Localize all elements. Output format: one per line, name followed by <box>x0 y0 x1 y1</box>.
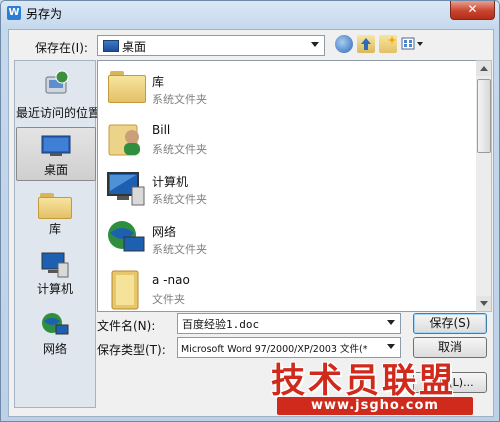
dialog-title: 另存为 <box>26 7 63 21</box>
desktop-icon <box>103 40 119 52</box>
place-label: 计算机 <box>36 282 73 296</box>
place-desktop[interactable]: 桌面 <box>16 127 96 181</box>
item-name: 计算机 <box>152 175 189 189</box>
place-label: 库 <box>48 222 61 236</box>
item-type: 文件夹 <box>152 293 185 306</box>
library-folder-icon <box>108 71 146 103</box>
save-button[interactable]: 保存(S) <box>413 313 487 334</box>
save-as-dialog: W 另存为 ✕ 保存在(I): 桌面 最近访问的位置 桌面 库 计算机 网络 库… <box>0 0 500 422</box>
close-button[interactable]: ✕ <box>450 1 495 20</box>
back-icon[interactable] <box>335 35 353 53</box>
place-network[interactable]: 网络 <box>16 307 94 359</box>
list-item[interactable]: 库 系统文件夹 <box>100 65 460 113</box>
places-bar: 最近访问的位置 桌面 库 计算机 网络 <box>14 60 101 408</box>
file-list[interactable]: 库 系统文件夹 Bill 系统文件夹 计算机 系统文件夹 网络 系统文件夹 a … <box>97 60 477 312</box>
item-name: Bill <box>152 123 171 137</box>
computer-icon <box>41 252 69 278</box>
network-icon <box>42 313 69 335</box>
place-label: 桌面 <box>43 163 68 177</box>
item-name: 网络 <box>152 225 177 239</box>
wps-app-icon: W <box>7 6 21 20</box>
list-item[interactable]: 网络 系统文件夹 <box>100 215 460 263</box>
up-arrow-icon <box>361 38 371 50</box>
computer-icon <box>107 172 145 206</box>
list-item[interactable]: a -nao 文件夹 <box>100 265 460 311</box>
sparkle-icon <box>388 36 396 44</box>
site-watermark: 技术员联盟 www.jsgho.com <box>271 353 497 421</box>
title-bar[interactable]: W 另存为 ✕ <box>1 1 499 25</box>
item-name: a -nao <box>152 273 190 287</box>
filename-input[interactable]: 百度经验1.doc <box>177 313 401 334</box>
filename-label: 文件名(N): <box>97 319 156 333</box>
recent-places-icon <box>45 70 69 94</box>
file-list-scrollbar[interactable] <box>476 60 492 312</box>
folder-icon <box>111 270 139 310</box>
new-folder-icon[interactable] <box>379 35 397 53</box>
scroll-up-icon[interactable] <box>476 61 491 76</box>
chevron-down-icon[interactable] <box>387 320 395 325</box>
list-item[interactable]: Bill 系统文件夹 <box>100 115 460 163</box>
network-icon <box>108 221 145 252</box>
list-item[interactable]: 计算机 系统文件夹 <box>100 165 460 213</box>
views-menu-icon[interactable] <box>401 35 425 53</box>
item-type: 系统文件夹 <box>152 143 207 156</box>
up-folder-icon[interactable] <box>357 35 375 53</box>
place-recent[interactable]: 最近访问的位置 <box>16 65 101 123</box>
desktop-icon <box>41 135 71 156</box>
user-folder-icon <box>108 124 140 156</box>
save-in-combo[interactable]: 桌面 <box>97 35 325 56</box>
watermark-title: 技术员联盟 <box>271 361 456 401</box>
scroll-thumb[interactable] <box>477 79 491 153</box>
view-grid-icon <box>401 37 423 50</box>
filename-value: 百度经验1.doc <box>182 318 260 331</box>
scroll-down-icon[interactable] <box>476 296 491 311</box>
place-computer[interactable]: 计算机 <box>16 247 94 299</box>
item-type: 系统文件夹 <box>152 243 207 256</box>
item-type: 系统文件夹 <box>152 193 207 206</box>
library-icon <box>38 193 72 219</box>
watermark-url: www.jsgho.com <box>277 397 473 415</box>
chevron-down-icon <box>311 42 319 47</box>
place-label: 最近访问的位置 <box>16 106 101 120</box>
save-in-value: 桌面 <box>122 40 147 54</box>
item-name: 库 <box>152 75 165 89</box>
place-library[interactable]: 库 <box>16 187 94 239</box>
place-label: 网络 <box>42 342 67 356</box>
save-in-label: 保存在(I): <box>35 41 88 55</box>
filetype-label: 保存类型(T): <box>97 343 166 357</box>
chevron-down-icon[interactable] <box>387 344 395 349</box>
item-type: 系统文件夹 <box>152 93 207 106</box>
